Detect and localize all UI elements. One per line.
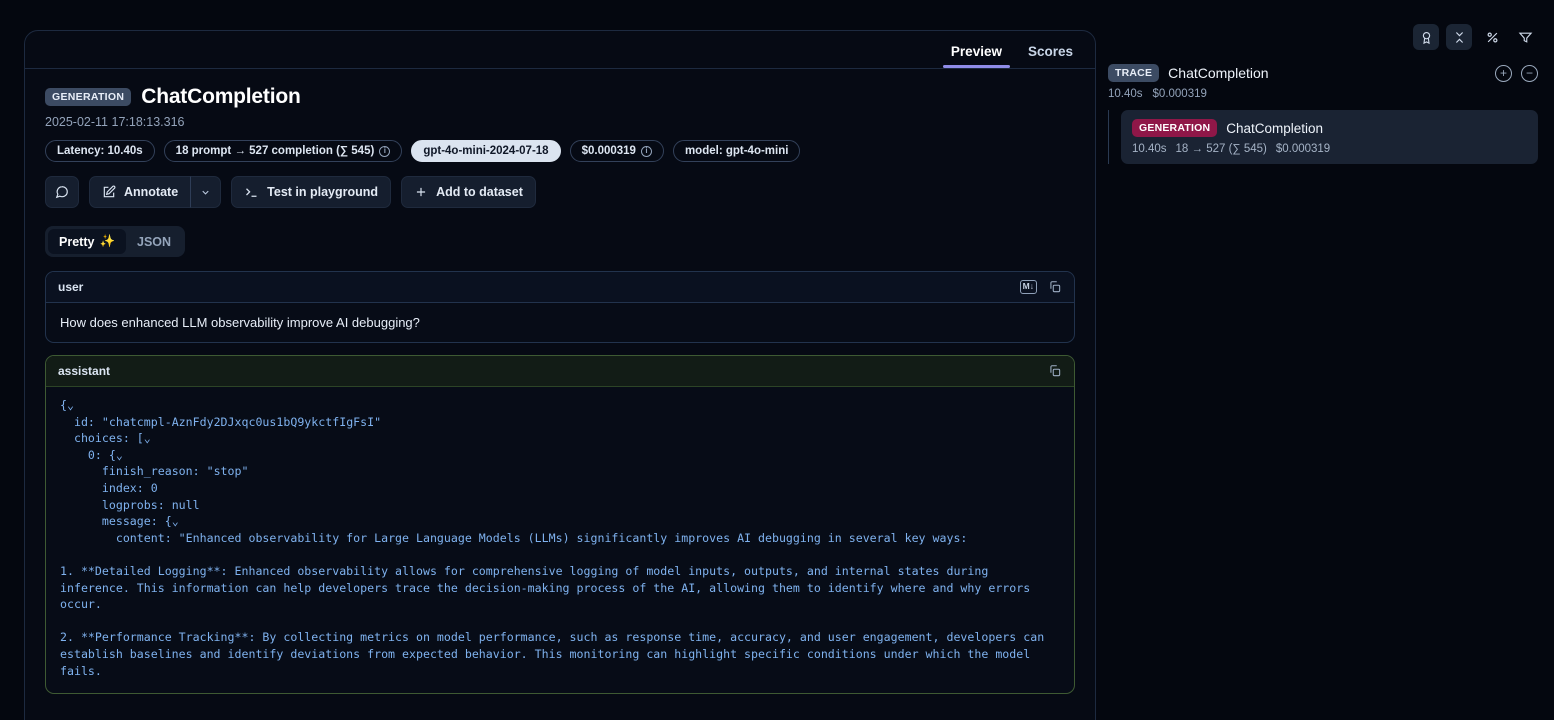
comment-button[interactable] — [45, 176, 79, 208]
metadata-chips: Latency: 10.40s 18 prompt → 527 completi… — [45, 140, 1075, 162]
message-card-user: user M↓ How does enhanced LLM observabil… — [45, 271, 1075, 343]
test-in-playground-button[interactable]: Test in playground — [231, 176, 391, 208]
chip-tokens[interactable]: 18 prompt → 527 completion (∑ 545) i — [164, 140, 403, 162]
annotate-button[interactable]: Annotate — [89, 176, 190, 208]
trace-node-latency: 10.40s — [1132, 143, 1167, 155]
collapse-all-icon[interactable]: − — [1521, 65, 1538, 82]
info-icon[interactable]: i — [641, 146, 652, 157]
trace-panel: TRACE ChatCompletion + − 10.40s $0.00031… — [1108, 24, 1538, 164]
panel-tabbar: Preview Scores — [25, 31, 1095, 69]
view-mode-pretty-label: Pretty — [59, 235, 94, 249]
trace-toolbar — [1108, 24, 1538, 50]
comment-icon — [55, 185, 69, 199]
trace-name: ChatCompletion — [1168, 65, 1268, 81]
award-button[interactable] — [1413, 24, 1439, 50]
annotate-dropdown-button[interactable] — [190, 176, 221, 208]
view-mode-toggle: Pretty ✨ JSON — [45, 226, 185, 257]
copy-icon[interactable] — [1048, 364, 1062, 378]
chip-model[interactable]: model: gpt-4o-mini — [673, 140, 801, 162]
message-code: {⌄ id: "chatcmpl-AznFdy2DJxqc0us1bQ9ykct… — [46, 387, 1074, 693]
trace-header-actions: + − — [1495, 65, 1538, 82]
chevron-down-icon — [200, 187, 211, 198]
view-mode-json[interactable]: JSON — [126, 229, 182, 254]
collapse-button[interactable] — [1446, 24, 1472, 50]
markdown-icon[interactable]: M↓ — [1020, 280, 1037, 293]
chip-cost-label: $0.000319 — [582, 145, 636, 157]
award-icon — [1419, 30, 1434, 45]
annotate-split-button: Annotate — [89, 176, 221, 208]
trace-latency: 10.40s — [1108, 88, 1143, 100]
trace-node-meta: 10.40s 18 → 527 (∑ 545) $0.000319 — [1132, 143, 1527, 155]
trace-meta: 10.40s $0.000319 — [1108, 88, 1538, 100]
message-header: assistant — [46, 356, 1074, 387]
message-text: How does enhanced LLM observability impr… — [46, 303, 1074, 342]
observation-body: GENERATION ChatCompletion 2025-02-11 17:… — [25, 69, 1095, 694]
message-role: user — [58, 280, 83, 294]
sparkles-icon: ✨ — [99, 234, 115, 249]
percent-icon — [1485, 30, 1500, 45]
plus-icon — [414, 185, 428, 199]
trace-badge: TRACE — [1108, 64, 1159, 82]
message-role: assistant — [58, 364, 110, 378]
observation-panel: Preview Scores GENERATION ChatCompletion… — [24, 30, 1096, 720]
chip-tokens-label: 18 prompt → 527 completion (∑ 545) — [176, 145, 375, 157]
chip-cost[interactable]: $0.000319 i — [570, 140, 664, 162]
message-header: user M↓ — [46, 272, 1074, 303]
test-in-playground-label: Test in playground — [267, 185, 378, 199]
chip-latency[interactable]: Latency: 10.40s — [45, 140, 155, 162]
trace-cost: $0.000319 — [1153, 88, 1207, 100]
page-title: ChatCompletion — [141, 85, 300, 109]
filter-icon — [1518, 30, 1533, 45]
add-to-dataset-button[interactable]: Add to dataset — [401, 176, 536, 208]
trace-tree: GENERATION ChatCompletion 10.40s 18 → 52… — [1108, 110, 1538, 164]
trace-node-name: ChatCompletion — [1226, 121, 1323, 136]
tab-scores[interactable]: Scores — [1018, 40, 1083, 68]
message-list: user M↓ How does enhanced LLM observabil… — [45, 271, 1075, 694]
view-mode-json-label: JSON — [137, 235, 171, 249]
copy-icon[interactable] — [1048, 280, 1062, 294]
view-mode-pretty[interactable]: Pretty ✨ — [48, 229, 126, 254]
trace-node-cost: $0.000319 — [1276, 143, 1330, 155]
pencil-square-icon — [102, 185, 116, 199]
collapse-icon — [1452, 30, 1467, 45]
trace-node-generation[interactable]: GENERATION ChatCompletion 10.40s 18 → 52… — [1121, 110, 1538, 164]
trace-header: TRACE ChatCompletion + − — [1108, 64, 1538, 82]
expand-all-icon[interactable]: + — [1495, 65, 1512, 82]
filter-button[interactable] — [1512, 24, 1538, 50]
chip-latency-label: Latency: 10.40s — [57, 145, 143, 157]
annotate-label: Annotate — [124, 185, 178, 199]
trace-node-badge: GENERATION — [1132, 119, 1217, 137]
add-to-dataset-label: Add to dataset — [436, 185, 523, 199]
chip-model-version[interactable]: gpt-4o-mini-2024-07-18 — [411, 140, 560, 162]
chip-model-label: model: gpt-4o-mini — [685, 145, 789, 157]
observation-title-row: GENERATION ChatCompletion — [45, 85, 1075, 109]
observation-type-badge: GENERATION — [45, 88, 131, 106]
info-icon[interactable]: i — [379, 146, 390, 157]
app-root: Preview Scores GENERATION ChatCompletion… — [0, 0, 1554, 720]
message-tools — [1048, 364, 1062, 378]
message-tools: M↓ — [1020, 280, 1062, 294]
percent-button[interactable] — [1479, 24, 1505, 50]
tab-preview[interactable]: Preview — [941, 40, 1012, 68]
observation-timestamp: 2025-02-11 17:18:13.316 — [45, 115, 1075, 129]
trace-node-tokens: 18 → 527 (∑ 545) — [1176, 143, 1267, 155]
terminal-icon — [244, 185, 259, 200]
chip-model-version-label: gpt-4o-mini-2024-07-18 — [423, 145, 548, 157]
trace-node-header: GENERATION ChatCompletion — [1132, 119, 1527, 137]
message-card-assistant: assistant {⌄ id: "chatcmpl-AznFdy2DJxqc0… — [45, 355, 1075, 694]
action-toolbar: Annotate Test in playground — [45, 176, 1075, 208]
